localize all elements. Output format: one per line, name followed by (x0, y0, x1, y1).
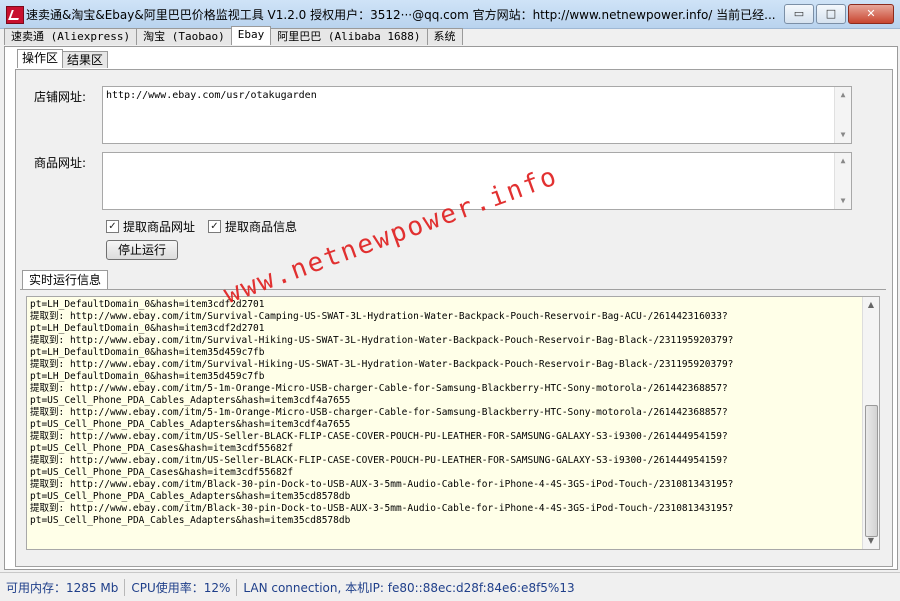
log-line: 提取到: http://www.ebay.com/itm/Survival-Hi… (30, 335, 734, 346)
log-lines: pt=LH_DefaultDomain_0&hash=item3cdf2d270… (30, 299, 733, 527)
log-line: 提取到: http://www.ebay.com/itm/Survival-Hi… (30, 359, 734, 370)
scroll-up-icon[interactable]: ▲ (835, 153, 851, 169)
store-url-scrollbar[interactable]: ▲ ▼ (834, 87, 851, 143)
close-button[interactable]: ✕ (848, 4, 894, 24)
scroll-down-icon[interactable]: ▼ (863, 533, 879, 549)
store-url-value: http://www.ebay.com/usr/otakugarden (106, 90, 317, 101)
product-url-scrollbar[interactable]: ▲ ▼ (834, 153, 851, 209)
sub-tab-strip: 操作区 结果区 (17, 49, 109, 68)
log-output[interactable]: pt=LH_DefaultDomain_0&hash=item3cdf2d270… (26, 296, 880, 550)
log-line: pt=US_Cell_Phone_PDA_Cables_Adapters&has… (30, 491, 351, 502)
status-bar: 可用内存：1285 Mb CPU使用率：12% LAN connection, … (0, 572, 900, 601)
tab-results[interactable]: 结果区 (62, 51, 109, 68)
window-title: 速卖通&淘宝&Ebay&阿里巴巴价格监视工具 V1.2.0 授权用户：3512·… (26, 8, 776, 22)
log-group-tab[interactable]: 实时运行信息 (22, 270, 109, 289)
log-line: pt=US_Cell_Phone_PDA_Cables_Adapters&has… (30, 419, 351, 430)
log-line: 提取到: http://www.ebay.com/itm/Black-30-pi… (30, 479, 734, 490)
log-line: 提取到: http://www.ebay.com/itm/US-Seller-B… (30, 455, 728, 466)
log-line: pt=US_Cell_Phone_PDA_Cables_Adapters&has… (30, 515, 351, 526)
checkmark-icon[interactable]: ✓ (208, 220, 221, 233)
ebay-panel: 操作区 结果区 店铺网址: http://www.ebay.com/usr/ot… (4, 46, 898, 570)
scroll-up-icon[interactable]: ▲ (835, 87, 851, 103)
maximize-button[interactable]: □ (816, 4, 846, 24)
tab-alibaba[interactable]: 阿里巴巴 (Alibaba 1688) (270, 28, 428, 45)
store-url-input[interactable]: http://www.ebay.com/usr/otakugarden ▲ ▼ (102, 86, 852, 144)
tab-aliexpress[interactable]: 速卖通 (Aliexpress) (4, 28, 138, 45)
checkmark-icon[interactable]: ✓ (106, 220, 119, 233)
scroll-up-icon[interactable]: ▲ (863, 297, 879, 313)
window-controls: ▭ □ ✕ (784, 4, 894, 24)
log-line: pt=US_Cell_Phone_PDA_Cases&hash=item3cdf… (30, 467, 294, 478)
log-line: 提取到: http://www.ebay.com/itm/Black-30-pi… (30, 503, 734, 514)
tab-ebay[interactable]: Ebay (230, 26, 272, 45)
tab-taobao[interactable]: 淘宝 (Taobao) (136, 28, 232, 45)
fetch-product-info-checkbox[interactable]: ✓ 提取商品信息 (208, 218, 297, 235)
fetch-product-info-label: 提取商品信息 (225, 220, 298, 234)
log-line: pt=LH_DefaultDomain_0&hash=item35d459c7f… (30, 347, 265, 358)
store-url-label: 店铺网址: (34, 90, 87, 104)
divider (20, 289, 886, 290)
fetch-product-url-label: 提取商品网址 (123, 220, 196, 234)
stop-button[interactable]: 停止运行 (106, 240, 178, 260)
fetch-product-url-checkbox[interactable]: ✓ 提取商品网址 (106, 218, 195, 235)
memory-status: 可用内存：1285 Mb (0, 578, 126, 596)
log-line: 提取到: http://www.ebay.com/itm/Survival-Ca… (30, 311, 728, 322)
log-scrollbar[interactable]: ▲ ▼ (862, 297, 879, 549)
app-logo-icon (6, 6, 24, 24)
log-line: pt=LH_DefaultDomain_0&hash=item3cdf2d270… (30, 299, 265, 310)
log-line: 提取到: http://www.ebay.com/itm/5-1m-Orange… (30, 407, 728, 418)
log-line: pt=US_Cell_Phone_PDA_Cables_Adapters&has… (30, 395, 351, 406)
operations-panel: 店铺网址: http://www.ebay.com/usr/otakugarde… (15, 69, 893, 567)
log-line: 提取到: http://www.ebay.com/itm/5-1m-Orange… (30, 383, 728, 394)
scroll-down-icon[interactable]: ▼ (835, 193, 851, 209)
cpu-status: CPU使用率：12% (125, 578, 238, 596)
log-line: pt=LH_DefaultDomain_0&hash=item3cdf2d270… (30, 323, 265, 334)
log-line: 提取到: http://www.ebay.com/itm/US-Seller-B… (30, 431, 728, 442)
scrollbar-thumb[interactable] (865, 405, 878, 537)
product-url-label: 商品网址: (34, 156, 87, 170)
tab-system[interactable]: 系统 (426, 28, 463, 45)
tab-operations[interactable]: 操作区 (17, 49, 64, 68)
scroll-down-icon[interactable]: ▼ (835, 127, 851, 143)
main-tab-strip: 速卖通 (Aliexpress) 淘宝 (Taobao) Ebay 阿里巴巴 (… (4, 26, 463, 46)
log-line: pt=US_Cell_Phone_PDA_Cases&hash=item3cdf… (30, 443, 294, 454)
title-bar: 速卖通&淘宝&Ebay&阿里巴巴价格监视工具 V1.2.0 授权用户：3512·… (0, 0, 900, 29)
network-status: LAN connection, 本机IP: fe80::88ec:d28f:84… (243, 580, 575, 595)
minimize-button[interactable]: ▭ (784, 4, 814, 24)
log-line: pt=LH_DefaultDomain_0&hash=item35d459c7f… (30, 371, 265, 382)
